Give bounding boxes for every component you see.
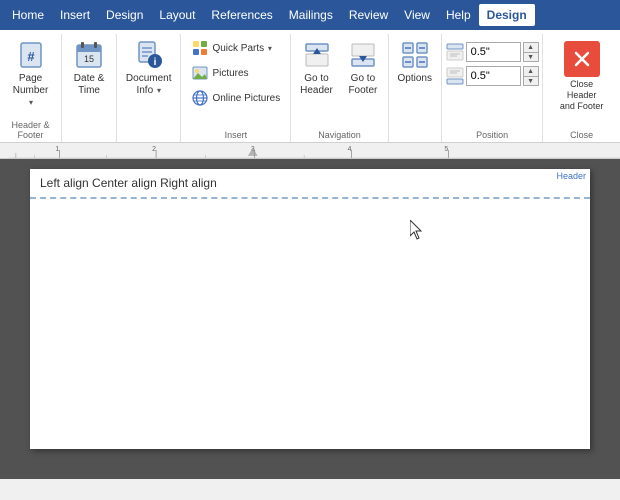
go-to-footer-icon [347,39,379,71]
footer-position-spinner[interactable]: ▲ ▼ [523,66,539,86]
header-section[interactable]: Left align Center align Right align Head… [30,169,590,199]
svg-text:2: 2 [152,146,156,153]
svg-text:#: # [27,49,35,64]
online-pictures-icon [191,89,209,107]
footer-position-input[interactable] [466,66,521,86]
date-time-icon: 15 [73,39,105,71]
menu-review[interactable]: Review [341,4,396,26]
menu-bar: Home Insert Design Layout References Mai… [0,0,620,30]
svg-text:5: 5 [444,146,448,153]
svg-text:i: i [153,57,156,68]
quick-parts-button[interactable]: Quick Parts ▾ [186,36,285,60]
quick-parts-label: Quick Parts ▾ [212,43,271,54]
pictures-button[interactable]: Pictures [186,61,285,85]
ribbon-group-options: Options [389,34,442,142]
header-spin-up[interactable]: ▲ [523,42,539,52]
pictures-label: Pictures [212,68,248,79]
ribbon-group-date-time: 15 Date &Time [62,34,117,142]
header-text: Left align Center align Right align [40,176,217,190]
position-group-label: Position [442,130,542,140]
go-to-header-button[interactable]: Go toHeader [295,36,338,100]
ribbon-group-document-info: i DocumentInfo ▾ [117,34,181,142]
close-header-footer-button[interactable]: Close Headerand Footer [547,36,616,126]
insert-group-label: Insert [181,130,290,140]
date-time-button[interactable]: 15 Date &Time [68,36,110,100]
ribbon: # PageNumber ▾ Header & Footer 15 [0,30,620,143]
online-pictures-button[interactable]: Online Pictures [186,86,285,110]
ribbon-group-close: Close Headerand Footer Close [543,34,620,142]
go-to-header-icon [301,39,333,71]
svg-text:15: 15 [84,54,94,64]
ribbon-group-header-footer: # PageNumber ▾ Header & Footer [0,34,62,142]
header-position-spinner[interactable]: ▲ ▼ [523,42,539,62]
options-button[interactable]: Options [393,36,437,94]
menu-references[interactable]: References [203,4,280,26]
menu-help[interactable]: Help [438,4,479,26]
document-info-icon: i [133,39,165,71]
footer-position-row: ▲ ▼ [446,66,539,86]
menu-mailings[interactable]: Mailings [281,4,341,26]
header-position-input[interactable] [466,42,521,62]
quick-parts-icon [191,39,209,57]
options-label: Options [398,73,432,85]
navigation-group-label: Navigation [291,130,387,140]
page-number-button[interactable]: # PageNumber ▾ [4,36,57,112]
menu-insert[interactable]: Insert [52,4,98,26]
go-to-header-label: Go toHeader [300,73,333,97]
online-pictures-label: Online Pictures [212,93,280,104]
body-section[interactable] [30,199,590,399]
ribbon-group-navigation: Go toHeader Go toFooter Navigation [291,34,388,142]
document-info-button[interactable]: i DocumentInfo ▾ [121,36,177,100]
doc-area: Left align Center align Right align Head… [0,159,620,479]
close-header-footer-label: Close Headerand Footer [554,79,609,111]
menu-design[interactable]: Design [98,4,151,26]
footer-position-icon [446,67,464,85]
go-to-footer-label: Go toFooter [348,73,377,97]
close-group-label: Close [543,130,620,140]
pictures-icon [191,64,209,82]
document-info-label: DocumentInfo ▾ [126,73,172,97]
ribbon-group-position: ▲ ▼ ▲ ▼ Position [442,34,543,142]
go-to-footer-button[interactable]: Go toFooter [342,36,384,100]
menu-view[interactable]: View [396,4,438,26]
menu-home[interactable]: Home [4,4,52,26]
header-position-icon [446,43,464,61]
page: Left align Center align Right align Head… [30,169,590,449]
header-position-row: ▲ ▼ [446,42,539,62]
header-label: Header [556,171,586,181]
options-icon [399,39,431,71]
menu-design-active[interactable]: Design [479,4,535,26]
menu-layout[interactable]: Layout [151,4,203,26]
page-number-icon: # [15,39,47,71]
date-time-label: Date &Time [74,73,105,97]
svg-text:1: 1 [55,146,59,153]
ribbon-group-insert: Quick Parts ▾ Pictures [181,34,291,142]
svg-text:4: 4 [348,146,352,153]
footer-spin-down[interactable]: ▼ [523,76,539,86]
footer-spin-up[interactable]: ▲ [523,66,539,76]
header-footer-group-label: Header & Footer [0,120,61,140]
page-number-label: PageNumber ▾ [9,73,52,109]
close-icon [564,41,600,77]
ruler-content: 1 2 3 4 5 [0,143,620,158]
ruler: 1 2 3 4 5 [0,143,620,159]
header-spin-down[interactable]: ▼ [523,52,539,62]
